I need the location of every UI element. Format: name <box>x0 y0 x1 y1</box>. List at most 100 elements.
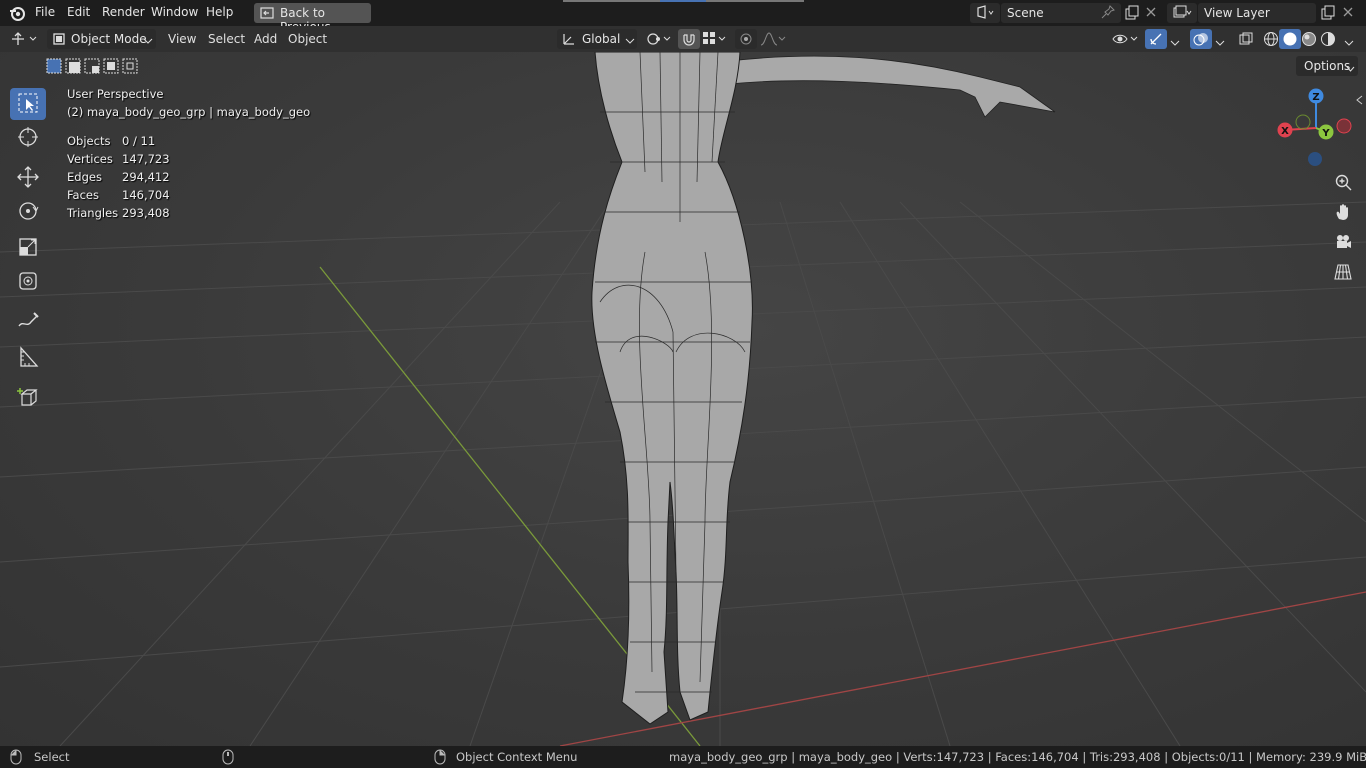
pan-button[interactable] <box>1330 200 1356 226</box>
rendered-shading-icon[interactable] <box>1320 31 1336 50</box>
selection-mode-group <box>45 57 140 75</box>
scene-type-button[interactable] <box>970 3 1000 23</box>
stat-label: Triangles <box>67 206 119 220</box>
view-layer-icon <box>1172 5 1192 24</box>
cursor-select-icon <box>17 92 39 117</box>
top-menu-bar: File Edit Render Window Help Back to Pre… <box>0 0 1366 34</box>
proportional-edit-toggle[interactable] <box>735 29 757 49</box>
delete-scene-icon[interactable] <box>1145 6 1157 21</box>
sidebar-toggle-icon[interactable] <box>1355 94 1364 108</box>
menu-window[interactable]: Window <box>151 5 198 19</box>
menu-help[interactable]: Help <box>206 5 233 19</box>
scale-tool[interactable] <box>10 232 46 264</box>
solid-shading-icon <box>1282 31 1298 50</box>
mode-label: Object Mode <box>71 32 147 46</box>
xray-icon[interactable] <box>1238 31 1254 50</box>
annotate-tool[interactable] <box>10 306 46 338</box>
camera-icon <box>1334 233 1352 254</box>
transform-icon <box>10 31 40 50</box>
status-bar: Select Object Context Menu maya_body_geo… <box>0 746 1366 768</box>
solid-shading-toggle[interactable] <box>1279 29 1301 49</box>
back-icon <box>260 6 274 23</box>
status-context-menu-label: Object Context Menu <box>456 750 578 764</box>
gizmo-y-label: Y <box>1321 128 1330 139</box>
viewport-header: Object Mode View Select Add Object Globa… <box>0 26 1366 52</box>
options-button[interactable]: Options <box>1296 56 1358 76</box>
view-layer-type-button[interactable] <box>1167 3 1197 23</box>
select-new-icon[interactable] <box>45 57 63 78</box>
pivot-point-icon[interactable] <box>645 31 673 50</box>
snap-target-icon[interactable] <box>702 31 730 50</box>
cursor-tool[interactable] <box>10 122 46 154</box>
chevron-down-icon <box>625 34 635 48</box>
measure-tool[interactable] <box>10 342 46 374</box>
object-mode-icon <box>52 32 66 49</box>
select-extend-icon[interactable] <box>64 57 82 78</box>
stat-label: Objects <box>67 134 111 148</box>
mode-dropdown[interactable]: Object Mode <box>47 29 156 49</box>
transform-tool-icon <box>17 270 39 295</box>
select-box-tool[interactable] <box>10 88 46 120</box>
gizmo-z-label: Z <box>1312 92 1319 103</box>
figure-body <box>591 52 753 725</box>
add-menu[interactable]: Add <box>254 32 277 46</box>
select-invert-icon[interactable] <box>102 57 120 78</box>
magnet-icon <box>681 31 697 50</box>
stat-row-edges: Edges 294,412 <box>67 170 187 188</box>
overlays-toggle[interactable] <box>1190 29 1212 49</box>
camera-view-button[interactable] <box>1330 230 1356 256</box>
select-menu[interactable]: Select <box>208 32 245 46</box>
pencil-icon <box>17 310 39 335</box>
blender-logo-icon[interactable] <box>8 4 26 25</box>
wireframe-shading-icon[interactable] <box>1263 31 1279 50</box>
editor-type-button[interactable] <box>8 29 40 49</box>
rotate-tool[interactable] <box>10 196 46 228</box>
add-cube-icon <box>17 386 39 411</box>
view-layer-field[interactable]: View Layer <box>1198 3 1316 23</box>
perspective-toggle-button[interactable] <box>1330 260 1356 286</box>
mouse-left-icon <box>10 749 22 768</box>
transform-orientation-dropdown[interactable]: Global <box>557 29 637 49</box>
back-to-previous-button[interactable]: Back to Previous <box>254 3 371 34</box>
select-intersect-icon[interactable] <box>121 57 139 78</box>
falloff-curve-icon[interactable] <box>760 31 788 50</box>
3d-viewport[interactable]: User Perspective (2) maya_body_geo_grp |… <box>0 52 1366 746</box>
transform-tool[interactable] <box>10 266 46 298</box>
add-cube-tool[interactable] <box>10 382 46 414</box>
object-menu[interactable]: Object <box>288 32 327 46</box>
menu-render[interactable]: Render <box>102 5 145 19</box>
stat-value: 294,412 <box>122 170 170 184</box>
visibility-icon[interactable] <box>1112 31 1142 50</box>
snap-toggle[interactable] <box>678 29 700 49</box>
menu-edit[interactable]: Edit <box>67 5 90 19</box>
mouse-middle-icon <box>222 749 234 768</box>
ruler-icon <box>17 345 39 371</box>
orientation-label: Global <box>582 32 621 46</box>
new-view-layer-icon[interactable] <box>1320 5 1336 24</box>
gizmo-icon <box>1148 31 1164 50</box>
chevron-down-icon[interactable] <box>1344 36 1354 50</box>
grid-perspective-icon <box>1334 263 1352 284</box>
view-menu[interactable]: View <box>168 32 196 46</box>
stat-row-faces: Faces 146,704 <box>67 188 187 206</box>
material-shading-icon[interactable] <box>1301 31 1317 50</box>
viewport-title: User Perspective <box>67 87 164 101</box>
move-tool[interactable] <box>10 162 46 194</box>
gizmo-x-label: X <box>1281 126 1289 137</box>
scale-icon <box>17 236 39 261</box>
new-scene-icon[interactable] <box>1124 5 1140 24</box>
select-subtract-icon[interactable] <box>83 57 101 78</box>
stat-value: 147,723 <box>122 152 170 166</box>
stat-value: 0 / 11 <box>122 134 156 148</box>
pin-icon[interactable] <box>1101 5 1115 22</box>
chevron-down-icon[interactable] <box>1215 36 1225 50</box>
delete-view-layer-icon[interactable] <box>1342 6 1354 21</box>
zoom-button[interactable] <box>1330 170 1356 196</box>
gizmo-toggle[interactable] <box>1145 29 1167 49</box>
chevron-down-icon[interactable] <box>1170 36 1180 50</box>
stat-label: Edges <box>67 170 102 184</box>
navigation-gizmo[interactable]: Z Y X <box>1276 86 1356 176</box>
options-label: Options <box>1304 59 1351 73</box>
menu-file[interactable]: File <box>35 5 55 19</box>
scene-field[interactable]: Scene <box>1001 3 1121 23</box>
